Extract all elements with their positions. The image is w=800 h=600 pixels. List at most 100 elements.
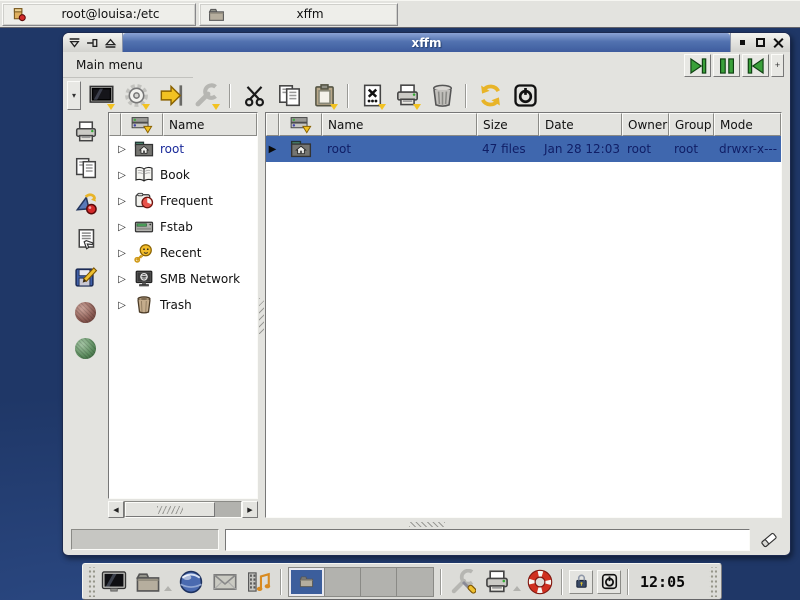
copy-button[interactable]	[274, 81, 304, 111]
cut-button[interactable]	[239, 81, 269, 111]
tree-header-icon-cell[interactable]	[121, 113, 163, 136]
run-button[interactable]	[69, 190, 103, 218]
scroll-right-button[interactable]: ▶	[242, 501, 258, 518]
panel-separator	[561, 569, 563, 595]
workspace-1[interactable]	[289, 568, 325, 596]
navigation-buttons: +	[684, 54, 784, 77]
print-button[interactable]	[392, 81, 422, 111]
close-button[interactable]	[770, 35, 787, 50]
lock-screen-button[interactable]	[569, 570, 593, 594]
paste-button[interactable]	[309, 81, 339, 111]
tree-item-fstab[interactable]: ▷ Fstab	[109, 214, 257, 240]
popup-arrow-icon[interactable]	[164, 586, 172, 591]
window-miniature-icon	[299, 574, 314, 589]
terminal-launcher[interactable]	[99, 567, 129, 597]
expander-icon[interactable]: ▷	[116, 170, 128, 181]
go-previous-button[interactable]	[742, 54, 769, 77]
file-row-root[interactable]: ▶ root 47 files Jan 28 12:03 root root d…	[266, 136, 781, 162]
settings-tools-launcher[interactable]	[448, 567, 478, 597]
save-button[interactable]	[69, 262, 103, 290]
web-browser-launcher[interactable]	[176, 567, 206, 597]
multimedia-launcher[interactable]	[244, 567, 274, 597]
refresh-button[interactable]	[475, 81, 505, 111]
panel-handle-right[interactable]	[709, 567, 717, 597]
tree-item-label: Recent	[160, 246, 201, 260]
task-button-terminal[interactable]: root@louisa:/etc	[2, 3, 196, 26]
tree-header-name[interactable]: Name	[163, 113, 257, 136]
titlebar[interactable]: xffm	[63, 33, 790, 52]
tree-item-trash[interactable]: ▷ Trash	[109, 292, 257, 318]
column-header-size[interactable]: Size	[477, 113, 539, 136]
column-header-group[interactable]: Group	[669, 113, 714, 136]
tools-button[interactable]	[191, 81, 221, 111]
task-button-xffm[interactable]: xffm	[199, 3, 398, 26]
cell-size: 47 files	[477, 142, 539, 156]
quit-button[interactable]	[510, 81, 540, 111]
expander-icon[interactable]: ▷	[116, 196, 128, 207]
workspace-2[interactable]	[325, 568, 361, 596]
home-folder-icon	[134, 139, 154, 159]
expander-icon[interactable]: ▷	[116, 144, 128, 155]
goto-button[interactable]	[156, 81, 186, 111]
tree-item-smb-network[interactable]: ▷ SMB Network	[109, 266, 257, 292]
vertical-splitter[interactable]	[258, 112, 265, 520]
command-input[interactable]	[225, 529, 750, 551]
print-launcher[interactable]	[482, 567, 512, 597]
cell-group: root	[669, 142, 714, 156]
settings-button[interactable]	[121, 81, 151, 111]
list-header-mini[interactable]	[266, 113, 279, 136]
print-button[interactable]	[69, 118, 103, 146]
scroll-left-button[interactable]: ◀	[108, 501, 124, 518]
workspace-3[interactable]	[361, 568, 397, 596]
tree-item-recent[interactable]: ▷ Recent	[109, 240, 257, 266]
shade-icon[interactable]	[102, 35, 119, 50]
window-menu-icon[interactable]	[66, 35, 83, 50]
duplicate-button[interactable]	[69, 154, 103, 182]
scrollbar-thumb[interactable]	[125, 502, 215, 517]
tree-item-label: root	[160, 142, 184, 156]
quit-session-button[interactable]	[597, 570, 621, 594]
nav-more-button[interactable]: +	[771, 54, 784, 77]
new-window-button[interactable]	[86, 81, 116, 111]
panel-handle-left[interactable]	[87, 567, 95, 597]
file-manager-icon	[135, 569, 161, 595]
help-icon	[527, 569, 553, 595]
mail-launcher[interactable]	[210, 567, 240, 597]
help-launcher[interactable]	[525, 567, 555, 597]
open-with-button[interactable]	[69, 226, 103, 254]
pause-button[interactable]	[713, 54, 740, 77]
maximize-button[interactable]	[752, 35, 769, 50]
side-toolbar	[63, 112, 108, 520]
expander-icon[interactable]: ▷	[116, 248, 128, 259]
file-manager-launcher[interactable]	[133, 567, 163, 597]
main-menu[interactable]: Main menu	[63, 54, 193, 78]
expander-icon[interactable]: ▷	[116, 222, 128, 233]
expander-icon[interactable]: ▷	[116, 274, 128, 285]
clear-button[interactable]	[756, 528, 782, 552]
titlebar-drag-area[interactable]: xffm	[123, 33, 730, 52]
column-header-name[interactable]: Name	[322, 113, 477, 136]
tree-header-mini[interactable]	[109, 113, 121, 136]
toolbar-handle[interactable]: ▾	[67, 81, 81, 110]
column-header-mode[interactable]: Mode	[714, 113, 781, 136]
column-header-date[interactable]: Date	[539, 113, 622, 136]
green-sphere-button[interactable]	[69, 334, 103, 362]
expander-icon[interactable]: ▷	[116, 300, 128, 311]
trash-button[interactable]	[427, 81, 457, 111]
tree-item-root[interactable]: ▷ root	[109, 136, 257, 162]
hide-button[interactable]	[734, 35, 751, 50]
window-main-area: Name ▷ root ▷ Book ▷ Fr	[63, 112, 790, 520]
red-sphere-button[interactable]	[69, 298, 103, 326]
tree-item-frequent[interactable]: ▷ Frequent	[109, 188, 257, 214]
tree-item-book[interactable]: ▷ Book	[109, 162, 257, 188]
go-next-button[interactable]	[684, 54, 711, 77]
column-header-owner[interactable]: Owner	[622, 113, 669, 136]
workspace-4[interactable]	[397, 568, 433, 596]
list-header-icon-cell[interactable]	[279, 113, 322, 136]
scrollbar-track[interactable]	[124, 501, 242, 518]
expander-icon[interactable]: ▶	[266, 144, 279, 155]
horizontal-splitter[interactable]	[63, 520, 790, 528]
popup-arrow-icon[interactable]	[513, 586, 521, 591]
stick-icon[interactable]	[84, 35, 101, 50]
differ-button[interactable]	[357, 81, 387, 111]
